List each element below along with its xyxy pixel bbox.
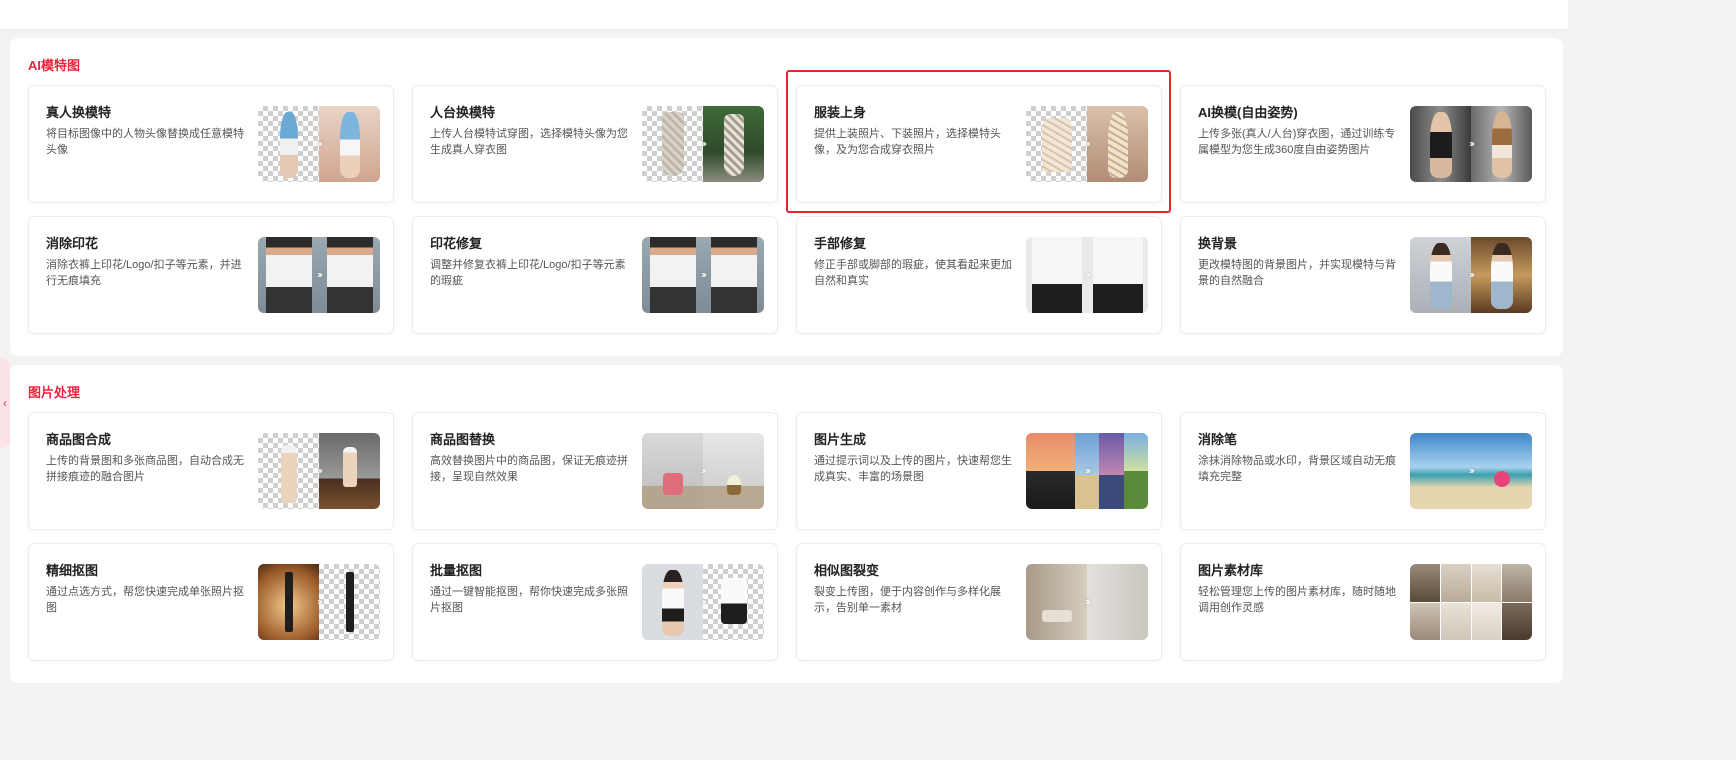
card-print-repair[interactable]: 印花修复 调整并修复衣裤上印花/Logo/扣子等元素的瑕疵 ›››: [412, 216, 778, 334]
card-image-generation[interactable]: 图片生成 通过提示词以及上传的图片，快速帮您生成真实、丰富的场景图 ›››: [796, 412, 1162, 530]
double-arrow-right-icon: ›››: [1469, 465, 1475, 477]
card-thumbnail: ›››: [642, 106, 764, 182]
card-mannequin-model-swap[interactable]: 人台换模特 上传人台模特试穿图，选择模特头像为您生成真人穿衣图 ›››: [412, 85, 778, 203]
card-thumbnail: ›››: [1410, 106, 1532, 182]
card-hand-repair[interactable]: 手部修复 修正手部或脚部的瑕疵，使其看起来更加自然和真实 ›››: [796, 216, 1162, 334]
card-description: 轻松管理您上传的图片素材库，随时随地调用创作灵感: [1198, 586, 1396, 614]
card-thumbnail: ›››: [1026, 433, 1148, 509]
card-description: 上传人台模特试穿图，选择模特头像为您生成真人穿衣图: [430, 128, 628, 156]
card-description: 通过一键智能抠图，帮你快速完成多张照片抠图: [430, 586, 628, 614]
double-arrow-right-icon: ›››: [1085, 596, 1091, 608]
card-description: 提供上装照片、下装照片，选择模特头像，及为您合成穿衣照片: [814, 128, 1001, 156]
card-description: 修正手部或脚部的瑕疵，使其看起来更加自然和真实: [814, 259, 1012, 287]
double-arrow-right-icon: ›››: [317, 465, 323, 477]
double-arrow-right-icon: ›››: [1469, 269, 1475, 281]
card-description: 更改模特图的背景图片，并实现模特与背景的自然融合: [1198, 259, 1396, 287]
card-title: AI换模(自由姿势): [1198, 105, 1298, 120]
section-title: AI模特图: [28, 58, 81, 73]
double-arrow-right-icon: ›››: [701, 269, 707, 281]
card-description: 通过点选方式，帮您快速完成单张照片抠图: [46, 586, 244, 614]
card-ai-model-free-pose[interactable]: AI换模(自由姿势) 上传多张(真人/人台)穿衣图，通过训练专属模型为您生成36…: [1180, 85, 1546, 203]
double-arrow-right-icon: ›››: [1085, 269, 1091, 281]
double-arrow-right-icon: ›››: [1469, 138, 1475, 150]
section-image-processing: 图片处理 商品图合成 上传的背景图和多张商品图，自动合成无拼接痕迹的融合图片 ›…: [10, 365, 1563, 683]
card-eraser-pen[interactable]: 消除笔 涂抹消除物品或水印，背景区域自动无痕填充完整 ›››: [1180, 412, 1546, 530]
card-thumbnail: ›››: [258, 237, 380, 313]
card-thumbnail: ›››: [258, 106, 380, 182]
card-title: 服装上身: [814, 105, 867, 120]
card-thumbnail: ›››: [1026, 564, 1148, 640]
card-thumbnail: [1410, 564, 1532, 640]
card-product-image-compose[interactable]: 商品图合成 上传的背景图和多张商品图，自动合成无拼接痕迹的融合图片 ›››: [28, 412, 394, 530]
card-thumbnail: ›››: [1026, 106, 1148, 182]
card-thumbnail: ›››: [1026, 237, 1148, 313]
card-title: 相似图裂变: [814, 563, 880, 578]
card-thumbnail: ›››: [1410, 433, 1532, 509]
card-product-image-replace[interactable]: 商品图替换 高效替换图片中的商品图，保证无痕迹拼接，呈现自然效果 ›››: [412, 412, 778, 530]
card-similar-image-variation[interactable]: 相似图裂变 裂变上传图，便于内容创作与多样化展示，告别单一素材 ›››: [796, 543, 1162, 661]
card-remove-print[interactable]: 消除印花 消除衣裤上印花/Logo/扣子等元素，并进行无痕填充 ›››: [28, 216, 394, 334]
card-description: 裂变上传图，便于内容创作与多样化展示，告别单一素材: [814, 586, 1001, 614]
card-description: 涂抹消除物品或水印，背景区域自动无痕填充完整: [1198, 455, 1396, 483]
card-thumbnail: ›››: [258, 564, 380, 640]
card-title: 换背景: [1198, 236, 1238, 251]
card-description: 调整并修复衣裤上印花/Logo/扣子等元素的瑕疵: [430, 259, 626, 287]
double-arrow-right-icon: ›››: [317, 596, 323, 608]
card-image-asset-library[interactable]: 图片素材库 轻松管理您上传的图片素材库，随时随地调用创作灵感: [1180, 543, 1546, 661]
double-arrow-right-icon: ›››: [701, 138, 707, 150]
card-thumbnail: ›››: [642, 433, 764, 509]
chevron-left-icon: ‹: [3, 396, 7, 410]
card-title: 图片生成: [814, 432, 867, 447]
card-description: 上传多张(真人/人台)穿衣图，通过训练专属模型为您生成360度自由姿势图片: [1198, 128, 1396, 156]
card-description: 消除衣裤上印花/Logo/扣子等元素，并进行无痕填充: [46, 259, 242, 287]
section-ai-model: AI模特图 真人换模特 将目标图像中的人物头像替换成任意模特头像 ››› 人台换…: [10, 38, 1563, 356]
card-fine-cutout[interactable]: 精细抠图 通过点选方式，帮您快速完成单张照片抠图 ›››: [28, 543, 394, 661]
double-arrow-right-icon: ›››: [701, 596, 707, 608]
card-description: 上传的背景图和多张商品图，自动合成无拼接痕迹的融合图片: [46, 455, 244, 483]
card-garment-try-on[interactable]: 服装上身 提供上装照片、下装照片，选择模特头像，及为您合成穿衣照片 ›››: [796, 85, 1162, 203]
card-batch-cutout[interactable]: 批量抠图 通过一键智能抠图，帮你快速完成多张照片抠图 ›››: [412, 543, 778, 661]
card-thumbnail: ›››: [642, 564, 764, 640]
card-title: 图片素材库: [1198, 563, 1264, 578]
card-title: 手部修复: [814, 236, 867, 251]
top-bar: [0, 0, 1568, 30]
double-arrow-right-icon: ›››: [1085, 465, 1091, 477]
card-title: 商品图替换: [430, 432, 496, 447]
card-description: 高效替换图片中的商品图，保证无痕迹拼接，呈现自然效果: [430, 455, 628, 483]
sidebar-toggle[interactable]: ‹: [0, 358, 10, 448]
card-thumbnail: ›››: [258, 433, 380, 509]
double-arrow-right-icon: ›››: [317, 269, 323, 281]
card-description: 将目标图像中的人物头像替换成任意模特头像: [46, 128, 244, 156]
card-title: 消除印花: [46, 236, 99, 251]
card-title: 精细抠图: [46, 563, 99, 578]
double-arrow-right-icon: ›››: [317, 138, 323, 150]
double-arrow-right-icon: ›››: [701, 465, 707, 477]
card-change-background[interactable]: 换背景 更改模特图的背景图片，并实现模特与背景的自然融合 ›››: [1180, 216, 1546, 334]
double-arrow-right-icon: ›››: [1085, 138, 1091, 150]
card-title: 商品图合成: [46, 432, 112, 447]
card-title: 批量抠图: [430, 563, 483, 578]
card-thumbnail: ›››: [642, 237, 764, 313]
card-title: 消除笔: [1198, 432, 1238, 447]
card-thumbnail: ›››: [1410, 237, 1532, 313]
section-title: 图片处理: [28, 385, 81, 400]
card-title: 真人换模特: [46, 105, 112, 120]
card-description: 通过提示词以及上传的图片，快速帮您生成真实、丰富的场景图: [814, 455, 1012, 483]
card-title: 人台换模特: [430, 105, 496, 120]
card-title: 印花修复: [430, 236, 483, 251]
card-real-person-model-swap[interactable]: 真人换模特 将目标图像中的人物头像替换成任意模特头像 ›››: [28, 85, 394, 203]
